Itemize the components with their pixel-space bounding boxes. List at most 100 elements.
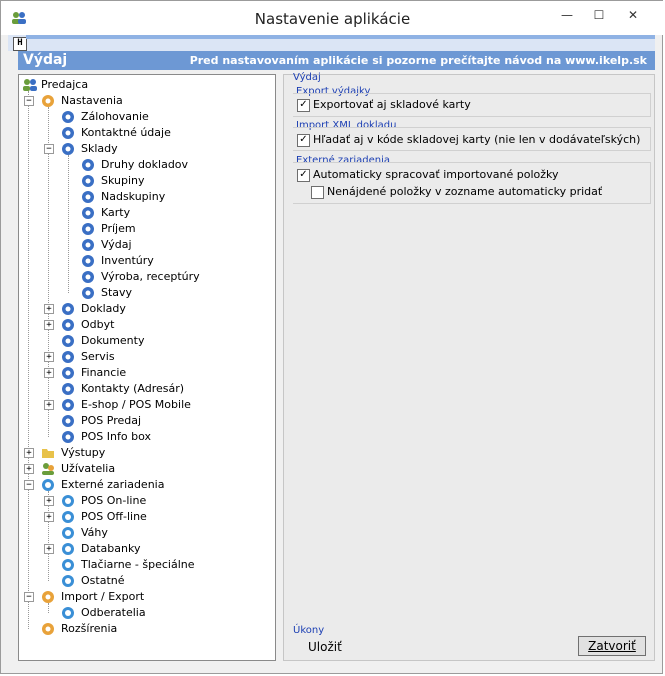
- device-icon: [42, 479, 54, 491]
- tree-label: Externé zariadenia: [61, 478, 165, 491]
- gear-icon: [82, 191, 94, 203]
- minimize-button[interactable]: —: [553, 5, 581, 25]
- import-checkbox-label: Hľadať aj v kóde skladovej karty (nie le…: [313, 133, 641, 146]
- tree-label: POS Info box: [81, 430, 151, 443]
- tree-label: Karty: [101, 206, 131, 219]
- people-icon: [23, 79, 37, 91]
- tree-label: Dokumenty: [81, 334, 145, 347]
- tree-line: [28, 91, 29, 629]
- device-icon: [62, 607, 74, 619]
- section-header-note: Pred nastavovaním aplikácie si pozorne p…: [189, 54, 647, 67]
- settings-panel: Výdaj Export výdajky ✓ Exportovať aj skl…: [283, 72, 655, 661]
- gear-icon: [82, 207, 94, 219]
- gear-icon: [82, 255, 94, 267]
- tree-label: Skupiny: [101, 174, 145, 187]
- auto-process-checkbox[interactable]: ✓: [297, 169, 310, 182]
- gear-icon: [62, 335, 74, 347]
- device-icon: [62, 495, 74, 507]
- collapse-icon[interactable]: −: [24, 592, 34, 602]
- auto-process-checkbox-label: Automaticky spracovať importované položk…: [313, 168, 559, 181]
- expand-icon[interactable]: +: [24, 448, 34, 458]
- gear-icon: [82, 175, 94, 187]
- expand-icon[interactable]: +: [44, 544, 54, 554]
- settings-icon: [42, 623, 54, 635]
- actions-group-title: Úkony: [293, 625, 325, 636]
- gear-icon: [82, 159, 94, 171]
- close-window-button[interactable]: ✕: [617, 5, 649, 25]
- import-checkbox[interactable]: ✓: [297, 134, 310, 147]
- export-checkbox-label: Exportovať aj skladové karty: [313, 98, 471, 111]
- expand-icon[interactable]: +: [44, 304, 54, 314]
- tree-line: [48, 603, 49, 613]
- section-header: Výdaj Pred nastavovaním aplikácie si poz…: [18, 51, 655, 70]
- collapse-icon[interactable]: −: [44, 144, 54, 154]
- settings-icon: [42, 95, 54, 107]
- tree-label: Odberatelia: [81, 606, 146, 619]
- tree-label: Príjem: [101, 222, 136, 235]
- device-icon: [62, 575, 74, 587]
- expand-icon[interactable]: +: [44, 368, 54, 378]
- expand-icon[interactable]: +: [44, 512, 54, 522]
- tree-label: Ostatné: [81, 574, 125, 587]
- tree-label: POS On-line: [81, 494, 147, 507]
- panel-title: Výdaj: [293, 72, 321, 83]
- header-toggle-icon[interactable]: H: [13, 37, 27, 51]
- expand-icon[interactable]: +: [44, 320, 54, 330]
- export-group: ✓ Exportovať aj skladové karty: [293, 93, 651, 117]
- device-icon: [62, 559, 74, 571]
- tree-line: [48, 107, 49, 437]
- gear-icon: [82, 287, 94, 299]
- tree-label: Výroba, receptúry: [101, 270, 200, 283]
- gear-icon: [62, 351, 74, 363]
- collapse-icon[interactable]: −: [24, 96, 34, 106]
- tree-label: Kontaktné údaje: [81, 126, 171, 139]
- maximize-button[interactable]: ☐: [585, 5, 613, 25]
- gear-icon: [82, 223, 94, 235]
- expand-icon[interactable]: +: [44, 496, 54, 506]
- tree-label: Užívatelia: [61, 462, 116, 475]
- tree-label: Servis: [81, 350, 115, 363]
- folder-icon: [42, 449, 54, 458]
- import-group: ✓ Hľadať aj v kóde skladovej karty (nie …: [293, 127, 651, 151]
- tree-label: E-shop / POS Mobile: [81, 398, 191, 411]
- gear-icon: [62, 111, 74, 123]
- export-checkbox[interactable]: ✓: [297, 99, 310, 112]
- gear-icon: [82, 271, 94, 283]
- tree-label: Kontakty (Adresár): [81, 382, 185, 395]
- tree-label: Databanky: [81, 542, 141, 555]
- gear-icon: [62, 319, 74, 331]
- settings-tree[interactable]: Predajca − Nastavenia Zálohovanie Kontak…: [18, 74, 276, 661]
- device-icon: [62, 543, 74, 555]
- tree-label: Nastavenia: [61, 94, 123, 107]
- tree-label: Tlačiarne - špeciálne: [81, 558, 195, 571]
- users-icon: [42, 463, 54, 475]
- collapse-icon[interactable]: −: [24, 480, 34, 490]
- close-button[interactable]: Zatvoriť: [578, 636, 646, 656]
- tree-label: Doklady: [81, 302, 126, 315]
- tree-label: Rozšírenia: [61, 622, 118, 635]
- tree-label: Odbyt: [81, 318, 115, 331]
- expand-icon[interactable]: +: [44, 400, 54, 410]
- gear-icon: [62, 431, 74, 443]
- tree-line: [68, 155, 69, 293]
- title-bar: Nastavenie aplikácie — ☐ ✕: [1, 1, 664, 35]
- strip-accent: [26, 35, 655, 39]
- settings-icon: [42, 591, 54, 603]
- tree-label: Výstupy: [61, 446, 106, 459]
- expand-icon[interactable]: +: [24, 464, 34, 474]
- gear-icon: [62, 367, 74, 379]
- expand-icon[interactable]: +: [44, 352, 54, 362]
- toolbar-strip: H: [8, 35, 655, 51]
- tree-label: Import / Export: [61, 590, 145, 603]
- tree-label: Inventúry: [101, 254, 154, 267]
- gear-icon: [62, 143, 74, 155]
- gear-icon: [62, 383, 74, 395]
- tree-label: Stavy: [101, 286, 133, 299]
- gear-icon: [62, 415, 74, 427]
- tree-label: Zálohovanie: [81, 110, 149, 123]
- tree-label: POS Off-line: [81, 510, 147, 523]
- external-group: ✓ Automaticky spracovať importované polo…: [293, 162, 651, 204]
- close-button-label: Zatvoriť: [588, 639, 636, 653]
- auto-add-checkbox[interactable]: [311, 186, 324, 199]
- save-button[interactable]: Uložiť: [308, 640, 342, 654]
